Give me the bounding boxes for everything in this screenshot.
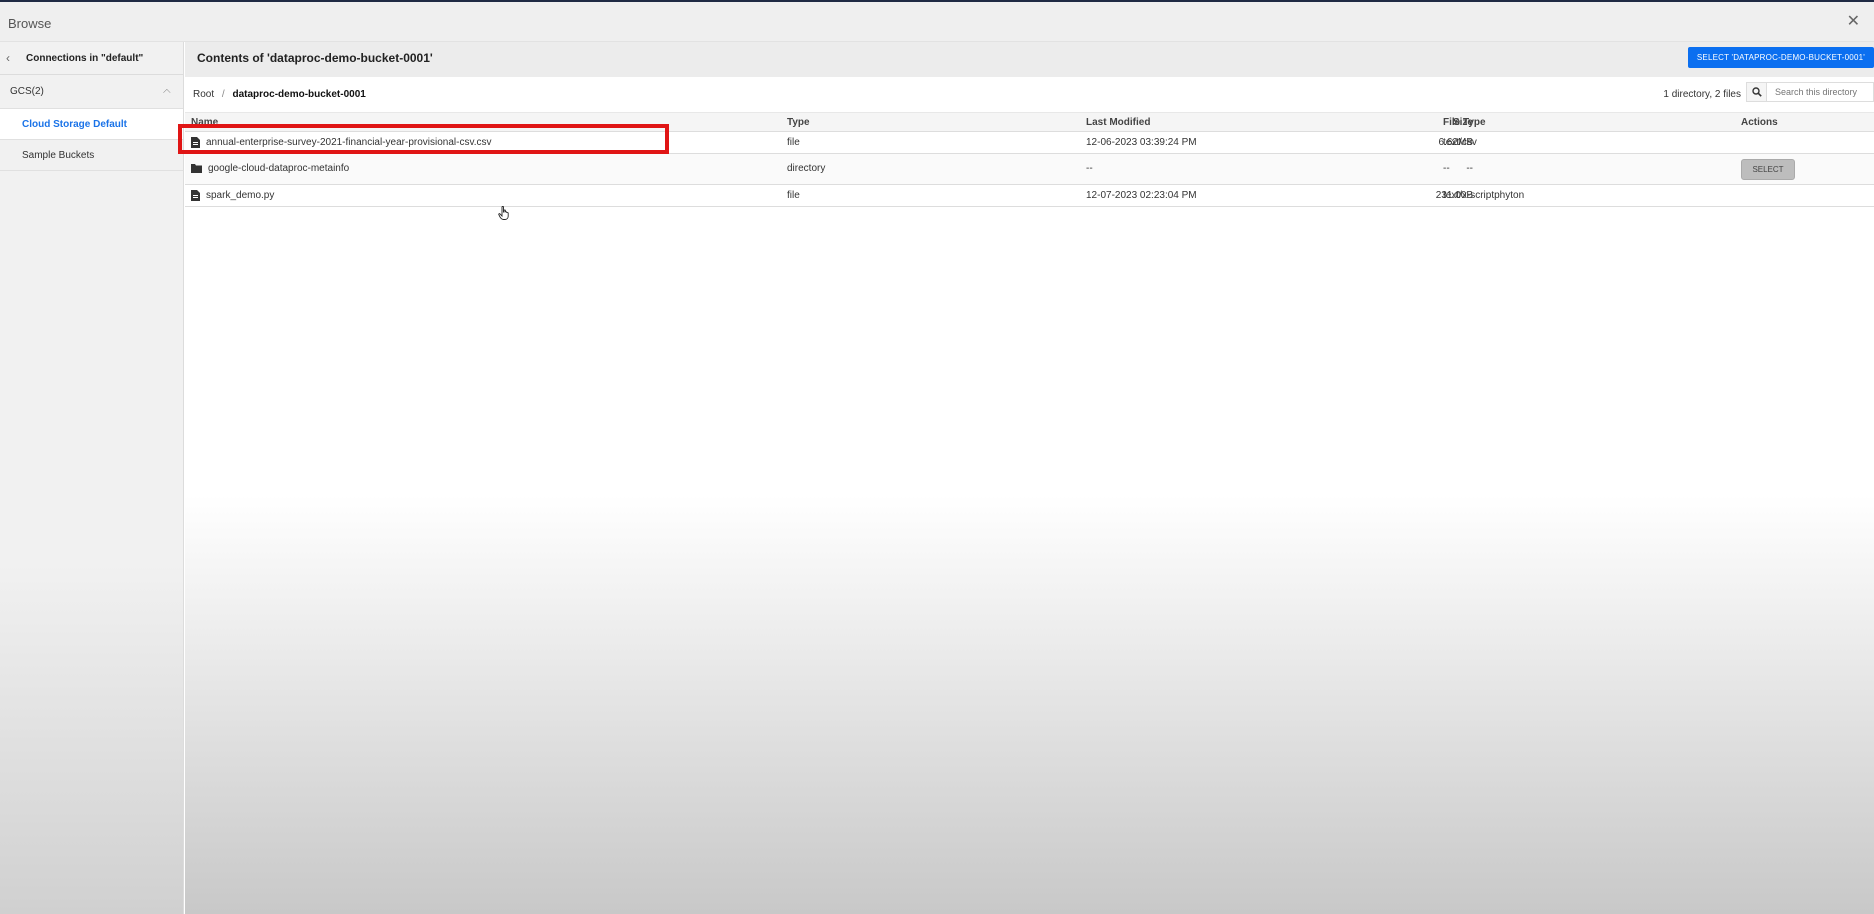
search-icon[interactable] <box>1747 83 1767 101</box>
row-type: directory <box>787 163 826 174</box>
breadcrumb-root[interactable]: Root <box>193 89 214 100</box>
row-type: file <box>787 190 800 201</box>
hand-cursor-icon <box>498 206 509 220</box>
column-type[interactable]: Type <box>787 117 810 128</box>
row-size: -- <box>1466 163 1473 174</box>
file-icon <box>191 190 200 201</box>
row-file-type: text/csv <box>1443 137 1477 148</box>
row-file-type: text/x-scriptphyton <box>1443 190 1525 201</box>
row-modified: 12-06-2023 03:39:24 PM <box>1086 137 1197 148</box>
folder-icon <box>191 164 202 173</box>
sidebar-item-sample-buckets[interactable]: Sample Buckets <box>0 140 183 171</box>
row-type: file <box>787 137 800 148</box>
row-name-cell[interactable]: google-cloud-dataproc-metainfo <box>191 163 349 174</box>
search-input[interactable] <box>1767 87 1867 97</box>
gcs-group-header[interactable]: GCS(2) ⌵ <box>0 75 183 108</box>
select-directory-button[interactable]: SELECT <box>1741 159 1795 180</box>
page-title: Contents of 'dataproc-demo-bucket-0001' <box>197 51 433 65</box>
breadcrumb-separator: / <box>221 89 225 100</box>
item-count: 1 directory, 2 files <box>1663 89 1741 100</box>
row-file-type: -- <box>1443 163 1450 174</box>
main-header: Contents of 'dataproc-demo-bucket-0001' … <box>185 42 1874 77</box>
dialog-title: Browse <box>8 16 52 31</box>
close-icon[interactable]: ✕ <box>1847 11 1860 31</box>
column-file-type[interactable]: File Type <box>1443 117 1486 128</box>
sidebar: ‹ Connections in "default" GCS(2) ⌵ Clou… <box>0 42 184 914</box>
row-name: spark_demo.py <box>206 190 275 201</box>
breadcrumb-bar: Root / dataproc-demo-bucket-0001 1 direc… <box>185 77 1874 113</box>
annotation-highlight-box <box>178 124 669 154</box>
table-row[interactable]: google-cloud-dataproc-metainfo directory… <box>185 154 1874 185</box>
connections-back-link[interactable]: ‹ Connections in "default" <box>0 42 183 75</box>
select-bucket-button[interactable]: SELECT 'DATAPROC-DEMO-BUCKET-0001' <box>1687 47 1874 68</box>
sidebar-item-cloud-storage-default[interactable]: Cloud Storage Default <box>0 109 183 140</box>
main-panel: Contents of 'dataproc-demo-bucket-0001' … <box>185 42 1874 914</box>
row-name-cell[interactable]: spark_demo.py <box>191 190 274 201</box>
connections-label: Connections in "default" <box>26 52 144 64</box>
table-row[interactable]: spark_demo.py file 12-07-2023 02:23:04 P… <box>185 185 1874 207</box>
sidebar-item-label: Sample Buckets <box>22 149 95 161</box>
sidebar-item-label: Cloud Storage Default <box>22 118 128 130</box>
chevron-left-icon[interactable]: ‹ <box>6 51 20 65</box>
row-modified: -- <box>1086 163 1093 174</box>
breadcrumb-current: dataproc-demo-bucket-0001 <box>232 89 366 100</box>
dialog-titlebar: Browse ✕ <box>0 2 1874 42</box>
search-box[interactable] <box>1746 82 1874 102</box>
gcs-group-label: GCS(2) <box>10 86 44 97</box>
column-last-modified[interactable]: Last Modified <box>1086 117 1150 128</box>
column-actions: Actions <box>1741 117 1778 128</box>
row-name: google-cloud-dataproc-metainfo <box>208 163 350 174</box>
chevron-up-icon[interactable]: ⌵ <box>163 86 171 97</box>
row-modified: 12-07-2023 02:23:04 PM <box>1086 190 1197 201</box>
breadcrumb: Root / dataproc-demo-bucket-0001 <box>193 89 366 100</box>
